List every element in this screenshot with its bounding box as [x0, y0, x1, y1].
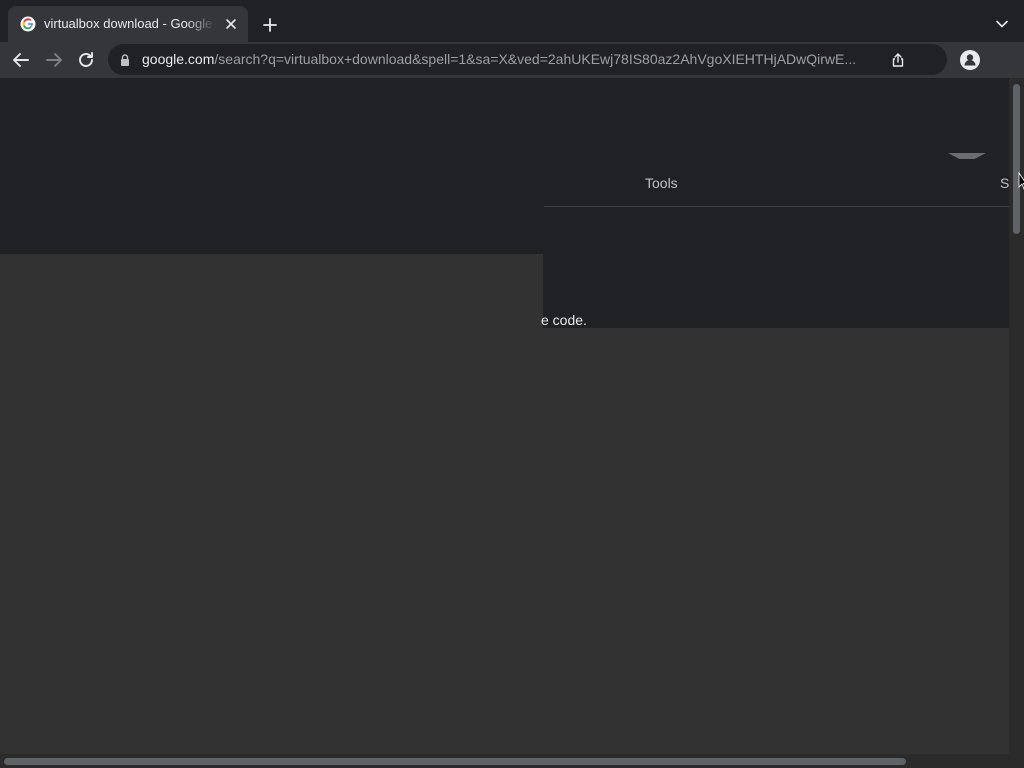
share-icon[interactable] — [890, 52, 906, 68]
vertical-scroll-thumb[interactable] — [1013, 84, 1020, 234]
reload-icon[interactable] — [74, 48, 98, 72]
close-icon[interactable] — [222, 15, 240, 33]
url-host: google.com — [142, 51, 215, 67]
url-text[interactable]: google.com/search?q=virtualbox+download&… — [142, 44, 884, 75]
tools-button[interactable]: Tools — [645, 175, 678, 191]
address-bar[interactable]: google.com/search?q=virtualbox+download&… — [108, 44, 947, 75]
tab-strip: virtualbox download - Google Search — [0, 0, 1024, 42]
horizontal-scrollbar[interactable] — [0, 754, 1024, 768]
page-viewport: Tools S e code. — [0, 78, 1009, 754]
search-header — [0, 78, 1009, 254]
mouse-cursor-icon — [1018, 172, 1024, 190]
google-g-icon — [20, 16, 36, 32]
url-path: /search?q=virtualbox+download&spell=1&sa… — [214, 51, 857, 67]
lock-icon[interactable] — [119, 53, 131, 67]
arrow-left-icon[interactable] — [9, 48, 33, 72]
horizontal-scroll-thumb[interactable] — [4, 758, 906, 765]
header-divider — [544, 206, 1009, 207]
browser-tab[interactable]: virtualbox download - Google Search — [8, 6, 248, 42]
safesearch-link[interactable]: S — [1000, 175, 1009, 191]
plus-icon[interactable] — [259, 14, 281, 36]
tab-title: virtualbox download - Google Search — [44, 16, 216, 31]
result-panel — [543, 254, 1009, 328]
browser-toolbar: google.com/search?q=virtualbox+download&… — [0, 42, 1024, 78]
chevron-down-icon[interactable] — [992, 14, 1012, 34]
result-snippet: e code. — [541, 312, 587, 328]
arrow-right-icon[interactable] — [42, 48, 66, 72]
profile-icon[interactable] — [959, 49, 981, 71]
